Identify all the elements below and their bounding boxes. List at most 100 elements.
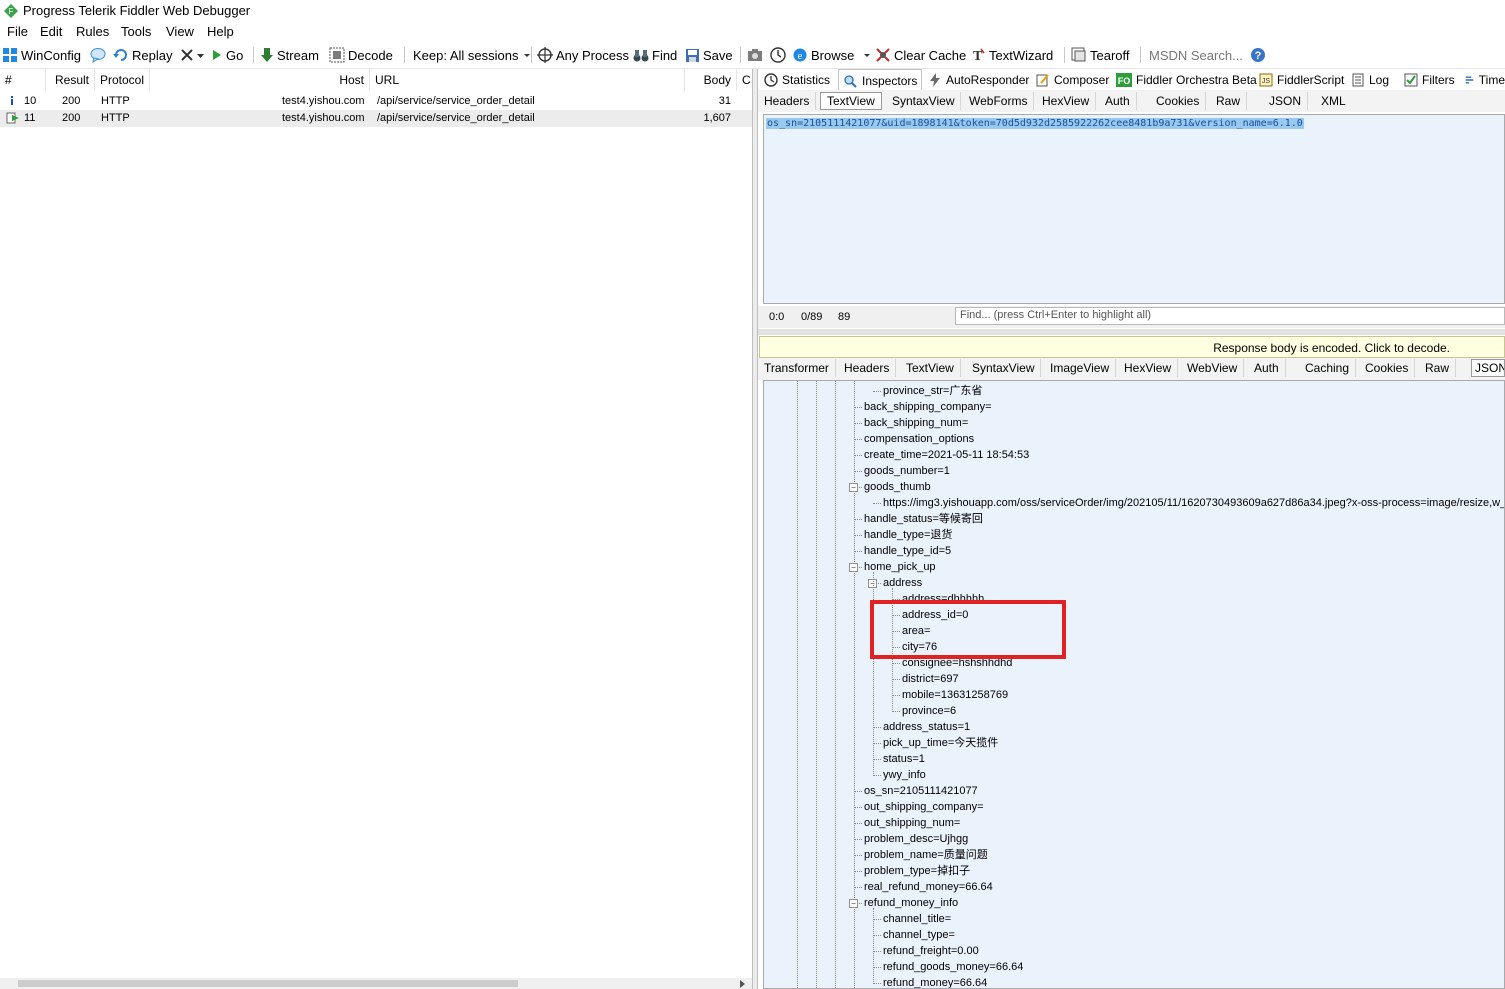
tab-autoresponder[interactable]: AutoResponder (928, 70, 1029, 90)
menu-edit[interactable]: Edit (40, 24, 62, 39)
tree-node[interactable]: ywy_info (883, 768, 926, 782)
request-text-editor[interactable]: os_sn=2105111421077&uid=1898141&token=70… (763, 114, 1505, 304)
resp-tab-imageview[interactable]: ImageView (1044, 359, 1117, 377)
req-tab-syntaxview[interactable]: SyntaxView (886, 92, 962, 110)
timer-button[interactable] (770, 46, 789, 64)
session-list-scrollbar[interactable] (0, 978, 752, 989)
tab-timeline[interactable]: Time (1465, 70, 1505, 90)
tree-node[interactable]: handle_type=退货 (864, 528, 952, 542)
column-header-result[interactable]: Result (46, 69, 95, 91)
help-icon[interactable]: ? (1250, 47, 1266, 63)
tree-node[interactable]: refund_freight=0.00 (883, 944, 979, 958)
collapse-toggle-icon[interactable]: − (849, 563, 858, 572)
req-tab-json[interactable]: JSON (1263, 92, 1309, 110)
winconfig-button[interactable]: WinConfig (2, 46, 81, 64)
column-header-url[interactable]: URL (370, 69, 685, 91)
tree-node[interactable]: address_status=1 (883, 720, 970, 734)
menu-view[interactable]: View (166, 24, 194, 39)
tree-node[interactable]: refund_money_info (864, 896, 958, 910)
textwizard-button[interactable]: T TextWizard (972, 46, 1053, 64)
menu-file[interactable]: File (7, 24, 28, 39)
scrollbar-thumb[interactable] (18, 980, 518, 987)
tree-node[interactable]: mobile=13631258769 (902, 688, 1008, 702)
req-tab-hexview[interactable]: HexView (1036, 92, 1097, 110)
tree-node[interactable]: province=6 (902, 704, 956, 718)
resp-tab-syntaxview[interactable]: SyntaxView (966, 359, 1042, 377)
req-tab-textview[interactable]: TextView (820, 92, 882, 110)
resp-tab-raw[interactable]: Raw (1419, 359, 1457, 377)
decode-notice-bar[interactable]: Response body is encoded. Click to decod… (759, 336, 1505, 358)
tree-node[interactable]: back_shipping_company= (864, 400, 992, 414)
menu-rules[interactable]: Rules (76, 24, 109, 39)
resp-tab-textview[interactable]: TextView (900, 359, 961, 377)
tab-inspectors[interactable]: Inspectors (838, 69, 923, 91)
resp-tab-json[interactable]: JSON (1471, 359, 1505, 377)
find-button[interactable]: Find (633, 46, 677, 64)
screenshot-button[interactable] (747, 46, 766, 64)
resp-tab-headers[interactable]: Headers (838, 359, 897, 377)
column-header-host[interactable]: Host (150, 69, 370, 91)
remove-button[interactable] (180, 46, 207, 64)
tree-node[interactable]: create_time=2021-05-11 18:54:53 (864, 448, 1029, 462)
resp-tab-caching[interactable]: Caching (1299, 359, 1357, 377)
req-tab-auth[interactable]: Auth (1099, 92, 1137, 110)
req-tab-headers[interactable]: Headers (758, 92, 817, 110)
msdn-search-input[interactable]: MSDN Search... (1143, 44, 1249, 66)
tree-node[interactable]: problem_type=掉扣子 (864, 864, 970, 878)
column-header-body[interactable]: Body (685, 69, 737, 91)
session-row[interactable]: 10 200 HTTP test4.yishou.com /api/servic… (0, 93, 752, 110)
column-header-protocol[interactable]: Protocol (95, 69, 150, 91)
keep-sessions-dropdown[interactable]: Keep: All sessions (413, 46, 535, 64)
resp-tab-transformer[interactable]: Transformer (758, 359, 836, 377)
tree-node[interactable]: real_refund_money=66.64 (864, 880, 993, 894)
tree-node[interactable]: address (883, 576, 922, 590)
tree-node[interactable]: goods_thumb (864, 480, 931, 494)
session-row-selected[interactable]: 11 200 HTTP test4.yishou.com /api/servic… (0, 110, 752, 127)
tree-node[interactable]: https://img3.yishouapp.com/oss/serviceOr… (883, 496, 1504, 510)
tab-log[interactable]: Log (1352, 70, 1389, 90)
resp-tab-hexview[interactable]: HexView (1118, 359, 1179, 377)
comment-button[interactable] (90, 46, 109, 64)
tree-node[interactable]: problem_desc=Ujhgg (864, 832, 968, 846)
tree-node[interactable]: status=1 (883, 752, 925, 766)
tree-node[interactable]: compensation_options (864, 432, 974, 446)
tree-node[interactable]: problem_name=质量问题 (864, 848, 988, 862)
any-process-button[interactable]: Any Process (537, 46, 629, 64)
tree-node[interactable]: district=697 (902, 672, 959, 686)
menu-tools[interactable]: Tools (121, 24, 151, 39)
column-header-caching[interactable]: C (737, 69, 752, 91)
resp-tab-cookies[interactable]: Cookies (1359, 359, 1416, 377)
tree-node[interactable]: home_pick_up (864, 560, 936, 574)
tab-fiddler-orchestra[interactable]: FO Fiddler Orchestra Beta (1116, 70, 1257, 90)
resp-tab-webview[interactable]: WebView (1181, 359, 1245, 377)
replay-button[interactable]: Replay (113, 46, 172, 64)
scroll-right-icon[interactable] (739, 979, 747, 989)
tree-node[interactable]: out_shipping_company= (864, 800, 984, 814)
tab-fiddlerscript[interactable]: JS FiddlerScript (1259, 70, 1344, 90)
tab-composer[interactable]: Composer (1036, 70, 1109, 90)
clear-cache-button[interactable]: Clear Cache (875, 46, 966, 64)
tearoff-button[interactable]: Tearoff (1071, 46, 1130, 64)
menu-help[interactable]: Help (207, 24, 234, 39)
go-button[interactable]: Go (211, 46, 243, 64)
collapse-toggle-icon[interactable]: − (849, 483, 858, 492)
tab-statistics[interactable]: Statistics (764, 70, 830, 90)
tree-node[interactable]: refund_money=66.64 (883, 976, 987, 988)
find-input[interactable]: Find... (press Ctrl+Enter to highlight a… (955, 307, 1505, 325)
tree-node[interactable]: out_shipping_num= (864, 816, 960, 830)
horizontal-splitter[interactable] (758, 329, 1505, 335)
req-tab-raw[interactable]: Raw (1210, 92, 1248, 110)
req-tab-webforms[interactable]: WebForms (963, 92, 1035, 110)
tree-node[interactable]: channel_type= (883, 928, 955, 942)
save-button[interactable]: Save (685, 46, 733, 64)
resp-tab-auth[interactable]: Auth (1248, 359, 1286, 377)
browse-button[interactable]: e Browse (792, 46, 875, 64)
tree-node[interactable]: channel_title= (883, 912, 951, 926)
req-tab-xml[interactable]: XML (1315, 92, 1352, 110)
tree-node[interactable]: goods_number=1 (864, 464, 950, 478)
tree-node[interactable]: back_shipping_num= (864, 416, 968, 430)
column-header-number[interactable]: # (0, 69, 46, 91)
tree-node[interactable]: refund_goods_money=66.64 (883, 960, 1023, 974)
tab-filters[interactable]: Filters (1404, 70, 1455, 90)
tree-node[interactable]: pick_up_time=今天揽件 (883, 736, 998, 750)
